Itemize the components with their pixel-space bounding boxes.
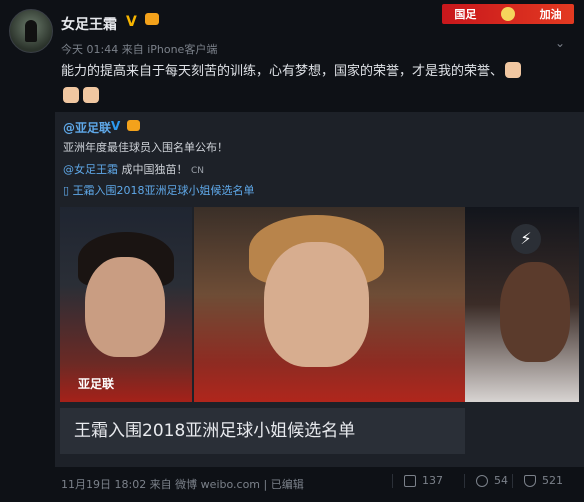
mention-link[interactable]: @女足王霜 [63, 163, 118, 176]
link-icon: ▯ [63, 184, 73, 197]
crown-icon [145, 13, 159, 25]
chevron-down-icon[interactable]: ⌄ [555, 36, 565, 50]
banner-icon[interactable]: 国足 加油 [442, 4, 574, 24]
article-link[interactable]: ▯ 王霜入围2018亚洲足球小姐候选名单 [63, 182, 255, 198]
card-title[interactable]: 王霜入围2018亚洲足球小姐候选名单 [60, 408, 465, 454]
repost-text-line2: @女足王霜 成中国独苗！ CN [63, 161, 204, 177]
repost-text-line1: 亚洲年度最佳球员入围名单公布！ [63, 141, 228, 154]
repost-button[interactable]: 137 [404, 474, 443, 487]
repost-line2-text: 成中国独苗！ [121, 163, 188, 176]
fist-emoji-icon [63, 87, 79, 103]
repost-author[interactable]: @亚足联 [63, 119, 111, 136]
repost-icon [404, 474, 416, 487]
post-content: 能力的提高来自于每天刻苦的训练，心有梦想，国家的荣誉，才是我的荣誉、 [61, 62, 561, 82]
post-meta: 今天 01:44 来自 iPhone客户端 [61, 43, 218, 56]
photo-2[interactable] [194, 207, 465, 402]
like-icon [524, 474, 536, 487]
face [85, 257, 165, 357]
like-count: 521 [542, 474, 563, 487]
face [500, 262, 570, 362]
post-author[interactable]: 女足王霜 [61, 14, 117, 34]
divider [464, 474, 465, 488]
like-button[interactable]: 521 [524, 474, 563, 487]
banner-right: 加油 [539, 8, 562, 21]
lightning-icon[interactable]: ⚡ [511, 224, 541, 254]
watermark: 亚足联 [78, 377, 115, 391]
verified-icon: V [111, 119, 121, 133]
face [264, 242, 369, 367]
divider [512, 474, 513, 488]
edited-text: 已编辑 [270, 478, 304, 491]
verified-icon: V [126, 14, 137, 30]
footer-meta: 11月19日 18:02 来自 微博 weibo.com | 已编辑 [61, 476, 304, 492]
comment-icon [476, 474, 488, 487]
edited-label[interactable]: | 已编辑 [264, 478, 304, 491]
article-link-text: 王霜入围2018亚洲足球小姐候选名单 [72, 184, 255, 197]
photo-1[interactable]: 亚足联 [60, 207, 192, 402]
divider [392, 474, 393, 488]
fist-emoji-icon [505, 62, 522, 78]
emoji-row [61, 85, 101, 104]
avatar[interactable] [9, 9, 53, 53]
post-text: 能力的提高来自于每天刻苦的训练，心有梦想，国家的荣誉，才是我的荣誉、 [61, 64, 504, 79]
comment-button[interactable]: 54 [476, 474, 508, 487]
photo-strip[interactable]: 亚足联 [60, 207, 465, 402]
cn-tag: CN [191, 166, 205, 176]
comment-count: 54 [494, 474, 508, 487]
repost-count: 137 [422, 474, 443, 487]
footer-time: 11月19日 18:02 来自 微博 weibo.com [61, 478, 261, 491]
repost-card: @亚足联 V 亚洲年度最佳球员入围名单公布！ @女足王霜 成中国独苗！ CN ▯… [55, 112, 584, 467]
banner-left: 国足 [454, 8, 477, 21]
fist-emoji-icon [83, 87, 99, 103]
crown-icon [127, 120, 140, 131]
banner-logo-icon [500, 7, 515, 21]
